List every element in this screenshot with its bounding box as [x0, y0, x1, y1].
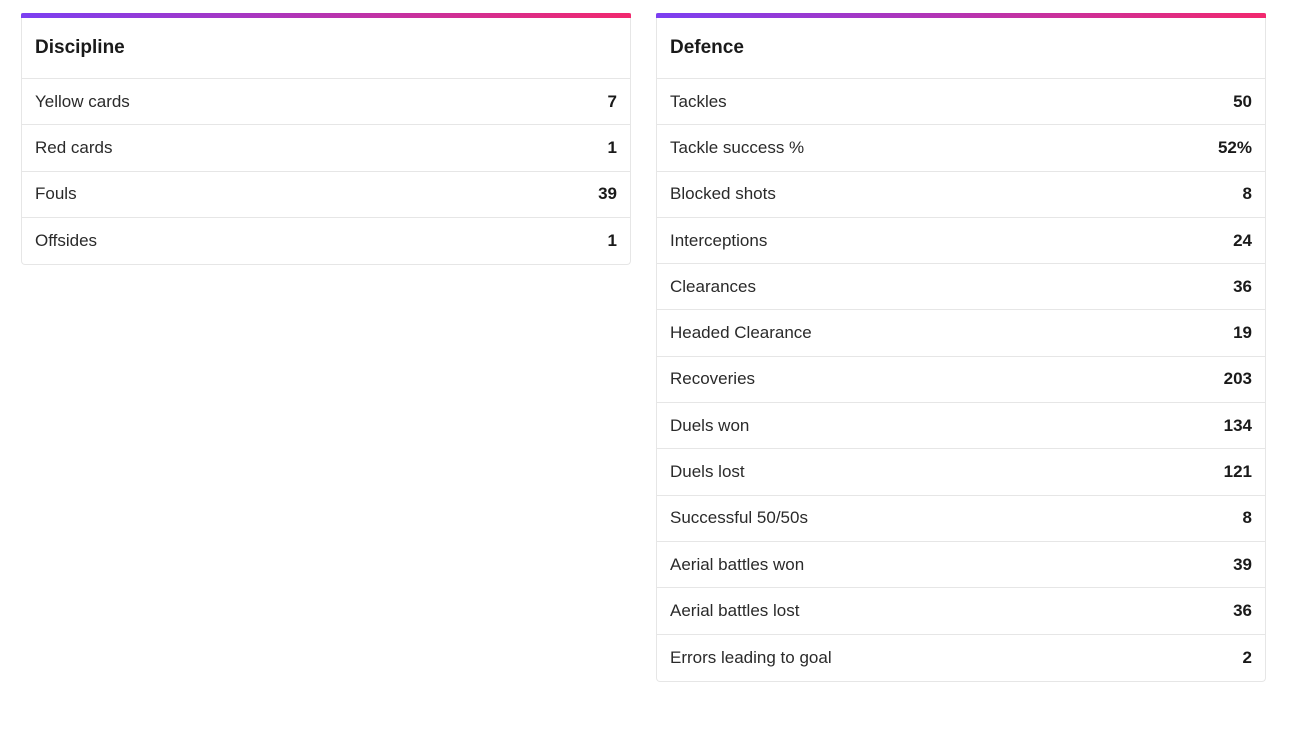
- defence-stats-list: Tackles 50 Tackle success % 52% Blocked …: [657, 79, 1265, 681]
- stat-value: 8: [1242, 508, 1252, 528]
- stat-label: Headed Clearance: [670, 323, 812, 343]
- stat-label: Clearances: [670, 276, 756, 296]
- discipline-stats-list: Yellow cards 7 Red cards 1 Fouls 39 Offs…: [22, 79, 630, 264]
- stat-value: 24: [1233, 230, 1252, 250]
- stat-row-successful-50-50s: Successful 50/50s 8: [657, 496, 1265, 542]
- stat-value: 39: [1233, 554, 1252, 574]
- stat-label: Interceptions: [670, 230, 768, 250]
- stat-value: 2: [1242, 647, 1252, 667]
- stat-label: Tackles: [670, 91, 727, 111]
- stat-row-duels-won: Duels won 134: [657, 403, 1265, 450]
- stat-label: Aerial battles lost: [670, 600, 800, 620]
- stat-label: Duels lost: [670, 462, 745, 482]
- stat-label: Blocked shots: [670, 184, 776, 204]
- stat-value: 50: [1233, 91, 1252, 111]
- stat-label: Red cards: [35, 137, 113, 157]
- stat-label: Yellow cards: [35, 91, 130, 111]
- stat-value: 39: [598, 184, 617, 204]
- stat-row-errors-leading-to-goal: Errors leading to goal 2: [657, 635, 1265, 681]
- stat-row-aerial-battles-lost: Aerial battles lost 36: [657, 588, 1265, 635]
- stat-value: 7: [607, 91, 617, 111]
- stat-label: Successful 50/50s: [670, 508, 808, 528]
- stat-value: 8: [1242, 184, 1252, 204]
- stat-label: Fouls: [35, 184, 77, 204]
- stat-row-aerial-battles-won: Aerial battles won 39: [657, 542, 1265, 589]
- stat-row-interceptions: Interceptions 24: [657, 218, 1265, 265]
- stat-row-yellow-cards: Yellow cards 7: [22, 79, 630, 126]
- stat-value: 36: [1233, 276, 1252, 296]
- stat-row-tackles: Tackles 50: [657, 79, 1265, 126]
- stat-row-duels-lost: Duels lost 121: [657, 449, 1265, 496]
- stat-label: Recoveries: [670, 369, 756, 389]
- discipline-title: Discipline: [22, 18, 630, 79]
- stat-label: Tackle success %: [670, 137, 805, 157]
- stat-label: Duels won: [670, 415, 750, 435]
- stat-row-offsides: Offsides 1: [22, 218, 630, 264]
- stat-value: 134: [1223, 415, 1252, 435]
- stat-value: 36: [1233, 600, 1252, 620]
- defence-title: Defence: [657, 18, 1265, 79]
- stat-value: 121: [1223, 462, 1252, 482]
- stat-row-recoveries: Recoveries 203: [657, 357, 1265, 404]
- stat-value: 1: [607, 231, 617, 251]
- stat-value: 1: [607, 137, 617, 157]
- stat-row-red-cards: Red cards 1: [22, 125, 630, 172]
- stat-row-headed-clearance: Headed Clearance 19: [657, 310, 1265, 357]
- stat-label: Aerial battles won: [670, 554, 805, 574]
- defence-card: Defence Tackles 50 Tackle success % 52% …: [656, 13, 1266, 682]
- stat-value: 203: [1223, 369, 1252, 389]
- stat-label: Errors leading to goal: [670, 647, 832, 667]
- stat-value: 52%: [1217, 137, 1252, 157]
- stat-row-blocked-shots: Blocked shots 8: [657, 172, 1265, 218]
- discipline-card: Discipline Yellow cards 7 Red cards 1 Fo…: [21, 13, 631, 266]
- stat-row-fouls: Fouls 39: [22, 172, 630, 218]
- stat-row-tackle-success: Tackle success % 52%: [657, 125, 1265, 172]
- stat-row-clearances: Clearances 36: [657, 264, 1265, 311]
- stat-value: 19: [1233, 323, 1252, 343]
- stat-label: Offsides: [35, 231, 98, 251]
